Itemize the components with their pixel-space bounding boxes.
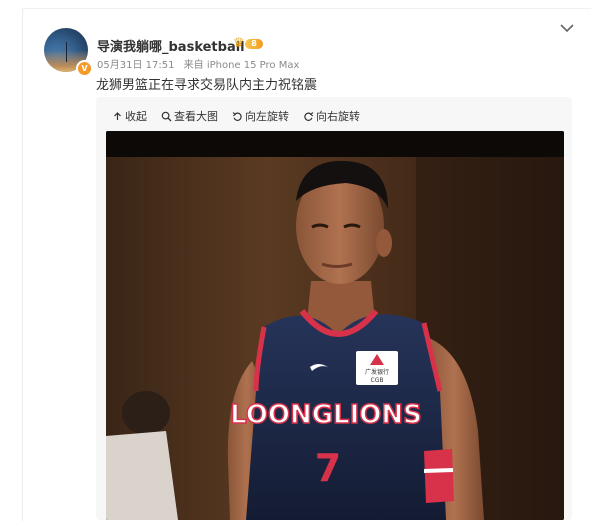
rotate-right-label: 向右旋转 <box>316 110 360 123</box>
photo-top-bar <box>106 131 564 157</box>
rotate-right-icon <box>303 111 314 122</box>
media-toolbar: 收起 查看大图 向左旋转 向右旋转 <box>112 108 374 124</box>
jersey-side-stripe <box>424 449 454 503</box>
jersey-team-name: LOONGLIONS <box>230 400 422 430</box>
search-icon <box>161 111 172 122</box>
view-large-label: 查看大图 <box>174 110 218 123</box>
view-large-button[interactable]: 查看大图 <box>161 108 218 124</box>
avatar-pole <box>66 42 67 62</box>
rotate-left-icon <box>232 111 243 122</box>
vip-level: 8 <box>245 39 263 49</box>
rotate-left-label: 向左旋转 <box>245 110 289 123</box>
sponsor-name: 广发银行 <box>365 368 389 376</box>
jersey-side-stripe-white <box>423 468 454 473</box>
collapse-icon <box>112 111 123 122</box>
background-person-shirt <box>106 431 178 520</box>
sponsor-code: CGB <box>371 377 384 384</box>
vip-badge[interactable]: ♛ 8 <box>233 37 265 51</box>
post-source: 来自 iPhone 15 Pro Max <box>183 60 300 71</box>
collapse-button[interactable]: 收起 <box>112 108 147 124</box>
post-photo[interactable]: 广发银行 CGB LOONGLIONS 7 <box>106 131 564 520</box>
verified-badge-icon: V <box>76 60 93 77</box>
background-person-head <box>122 391 170 435</box>
post-meta: 05月31日 17:51 来自 iPhone 15 Pro Max <box>97 56 305 71</box>
jersey-number: 7 <box>315 446 341 490</box>
chevron-down-icon[interactable] <box>560 24 574 34</box>
rotate-right-button[interactable]: 向右旋转 <box>303 108 360 124</box>
post-date[interactable]: 05月31日 17:51 <box>97 60 174 71</box>
player-ear <box>376 229 392 257</box>
username-link[interactable]: 导演我躺哪_basketball <box>97 36 245 55</box>
post-text: 龙狮男篮正在寻求交易队内主力祝铭震 <box>96 78 318 93</box>
collapse-label: 收起 <box>125 110 147 123</box>
rotate-left-button[interactable]: 向左旋转 <box>232 108 289 124</box>
